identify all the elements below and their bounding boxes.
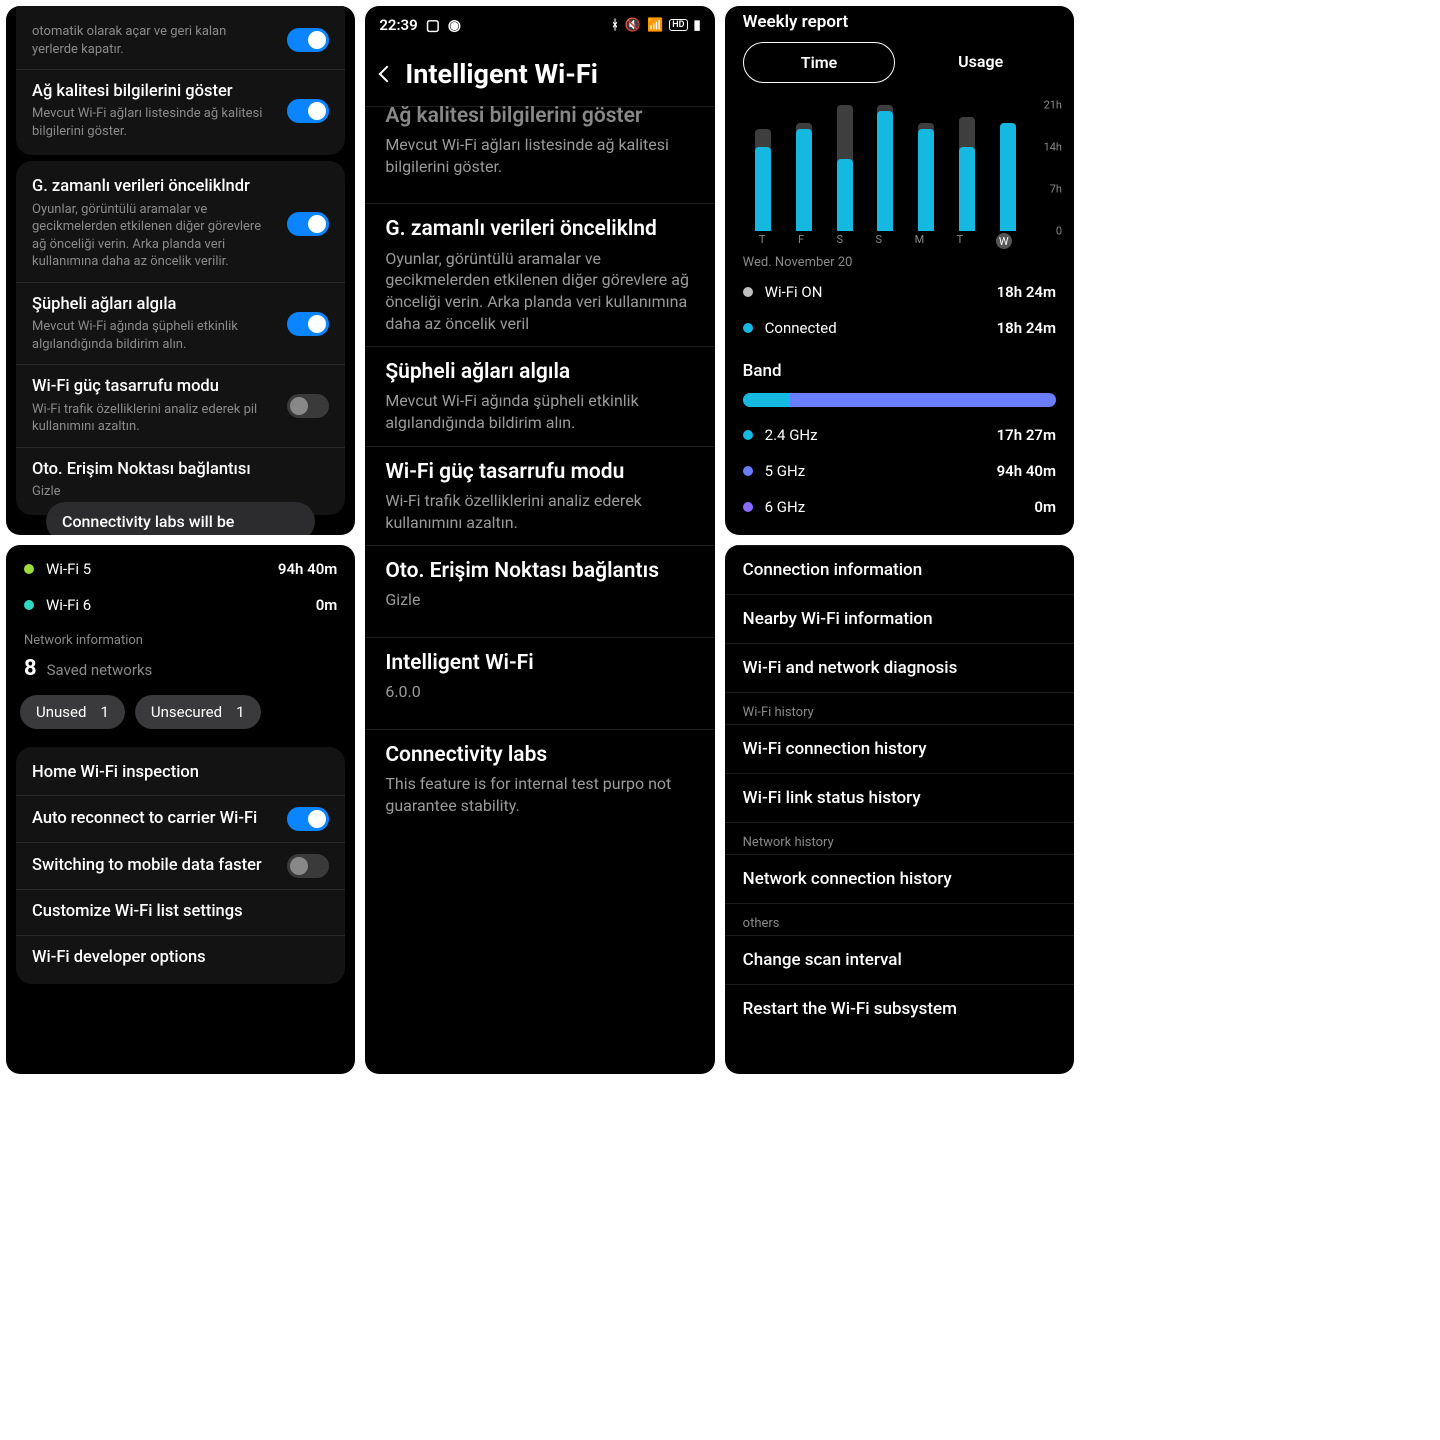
status-bar: 22:39 ▢ ◉ ᚼ 🔇 📶 HD ▮ [365, 6, 714, 38]
report-tabs: Time Usage [725, 42, 1074, 93]
chart-bar [1000, 105, 1016, 231]
link-nearby-wi-fi-information[interactable]: Nearby Wi-Fi information [725, 594, 1074, 643]
chart-ylabel: 14h [1044, 141, 1062, 154]
link-change-scan-interval[interactable]: Change scan interval [725, 935, 1074, 984]
wifi-version-row: Wi-Fi 60m [6, 587, 355, 623]
section-header: others [725, 903, 1074, 935]
date-label: Wed. November 20 [725, 253, 1074, 274]
option-wi-fi-developer-options[interactable]: Wi-Fi developer options [16, 935, 345, 980]
chart-ylabel: 7h [1050, 183, 1062, 196]
intelligent-wifi-panel: 22:39 ▢ ◉ ᚼ 🔇 📶 HD ▮ Intelligent Wi-Fi A… [365, 6, 714, 1074]
chart-xlabel: M [915, 233, 925, 249]
chart-ylabel: 0 [1056, 225, 1062, 238]
setting-auto-hotspot[interactable]: Oto. Erişim Noktası bağlantıs Gizle [365, 545, 714, 623]
tab-usage[interactable]: Usage [905, 42, 1056, 83]
wifi-info-panel: Wi-Fi 594h 40mWi-Fi 60m Network informat… [6, 545, 355, 1074]
options-card: Home Wi-Fi inspectionAuto reconnect to c… [16, 747, 345, 984]
saved-networks-row[interactable]: 8 Saved networks [6, 652, 355, 689]
chip-unused[interactable]: Unused1 [20, 695, 125, 729]
setting-auto-open[interactable]: otomatik olarak açar ve geri kalan yerle… [16, 10, 345, 69]
weekly-report-title: Weekly report [725, 6, 1074, 42]
band-row: 6 GHz0m [725, 489, 1074, 525]
tab-time[interactable]: Time [743, 42, 896, 83]
link-network-connection-history[interactable]: Network connection history [725, 854, 1074, 903]
link-wi-fi-and-network-diagnosis[interactable]: Wi-Fi and network diagnosis [725, 643, 1074, 692]
toggle[interactable] [287, 212, 329, 236]
battery-icon: ▮ [694, 18, 701, 33]
section-header: Wi-Fi history [725, 692, 1074, 724]
chart-ylabel: 21h [1044, 99, 1062, 112]
network-info-label: Network information [6, 623, 355, 652]
chart-bar [755, 105, 771, 231]
chart-xlabel: S [837, 233, 844, 249]
gallery-icon: ▢ [426, 16, 440, 34]
link-wi-fi-link-status-history[interactable]: Wi-Fi link status history [725, 773, 1074, 822]
setting-intelligent-wifi-version[interactable]: Intelligent Wi-Fi 6.0.0 [365, 637, 714, 715]
setting-network-quality[interactable]: Ağ kalitesi bilgilerini göster Mevcut Wi… [365, 106, 714, 189]
toast-connectivity-labs: Connectivity labs will be [46, 502, 315, 535]
page-header: Intelligent Wi-Fi [365, 38, 714, 106]
back-icon[interactable] [379, 66, 396, 83]
band-bar [743, 393, 1056, 407]
band-row: 2.4 GHz17h 27m [725, 417, 1074, 453]
toggle[interactable] [287, 394, 329, 418]
legend-row: Wi-Fi ON18h 24m [725, 274, 1074, 310]
setting-power-saving[interactable]: Wi-Fi güç tasarrufu modu Wi-Fi trafik öz… [365, 446, 714, 545]
toggle[interactable] [287, 28, 329, 52]
setting-connectivity-labs[interactable]: Connectivity labs This feature is for in… [365, 729, 714, 828]
chart-bar [877, 105, 893, 231]
setting-realtime-data[interactable]: G. zamanlı verileri önceliklnd Oyunlar, … [365, 203, 714, 346]
mute-icon: 🔇 [625, 18, 641, 33]
chart-xlabel: F [798, 233, 804, 249]
chart-xlabel: T [957, 233, 964, 249]
settings-panel-1: otomatik olarak açar ve geri kalan yerle… [6, 6, 355, 535]
legend-row: Connected18h 24m [725, 310, 1074, 346]
link-wi-fi-connection-history[interactable]: Wi-Fi connection history [725, 724, 1074, 773]
option-home-wi-fi-inspection[interactable]: Home Wi-Fi inspection [16, 751, 345, 795]
page-title: Intelligent Wi-Fi [405, 58, 598, 90]
section-header: Network history [725, 822, 1074, 854]
setting-suspicious-networks[interactable]: Şüpheli ağları algıla Mevcut Wi-Fi ağınd… [16, 282, 345, 364]
weekly-report-panel: Weekly report Time Usage 0 7h 14h 21h T F S S M… [725, 6, 1074, 535]
chart-xlabel: W [996, 233, 1012, 249]
diagnostics-panel: Connection informationNearby Wi-Fi infor… [725, 545, 1074, 1074]
setting-power-saving[interactable]: Wi-Fi güç tasarrufu modu Wi-Fi trafik öz… [16, 364, 345, 446]
toggle[interactable] [287, 99, 329, 123]
option-switching-to-mobile-data-faster[interactable]: Switching to mobile data faster [16, 842, 345, 889]
weekly-chart: 07h14h21h TFSSMTW [743, 99, 1056, 249]
cube-icon: ◉ [448, 16, 461, 34]
band-row: 5 GHz94h 40m [725, 453, 1074, 489]
option-auto-reconnect-to-carrier-wi-fi[interactable]: Auto reconnect to carrier Wi-Fi [16, 795, 345, 842]
chart-bar [959, 105, 975, 231]
link-connection-information[interactable]: Connection information [725, 545, 1074, 594]
setting-suspicious-networks[interactable]: Şüpheli ağları algıla Mevcut Wi-Fi ağınd… [365, 346, 714, 445]
wifi-icon: 📶 [647, 18, 663, 33]
band-title: Band [725, 354, 1074, 387]
chart-bar [918, 105, 934, 231]
chart-bar [837, 105, 853, 231]
option-customize-wi-fi-list-settings[interactable]: Customize Wi-Fi list settings [16, 889, 345, 934]
setting-network-quality[interactable]: Ağ kalitesi bilgilerini göster Mevcut Wi… [16, 69, 345, 151]
chart-bar [796, 105, 812, 231]
chart-xlabel: T [759, 233, 766, 249]
wifi-version-row: Wi-Fi 594h 40m [6, 551, 355, 587]
link-restart-the-wi-fi-subsystem[interactable]: Restart the Wi-Fi subsystem [725, 984, 1074, 1033]
hd-icon: HD [669, 19, 687, 31]
toggle[interactable] [287, 854, 329, 878]
setting-realtime-data[interactable]: G. zamanlı verileri önceliklndr Oyunlar,… [16, 165, 345, 281]
toggle[interactable] [287, 807, 329, 831]
clock: 22:39 [379, 16, 417, 34]
chip-unsecured[interactable]: Unsecured1 [135, 695, 261, 729]
chart-xlabel: S [876, 233, 883, 249]
bluetooth-icon: ᚼ [611, 18, 619, 33]
toggle[interactable] [287, 312, 329, 336]
